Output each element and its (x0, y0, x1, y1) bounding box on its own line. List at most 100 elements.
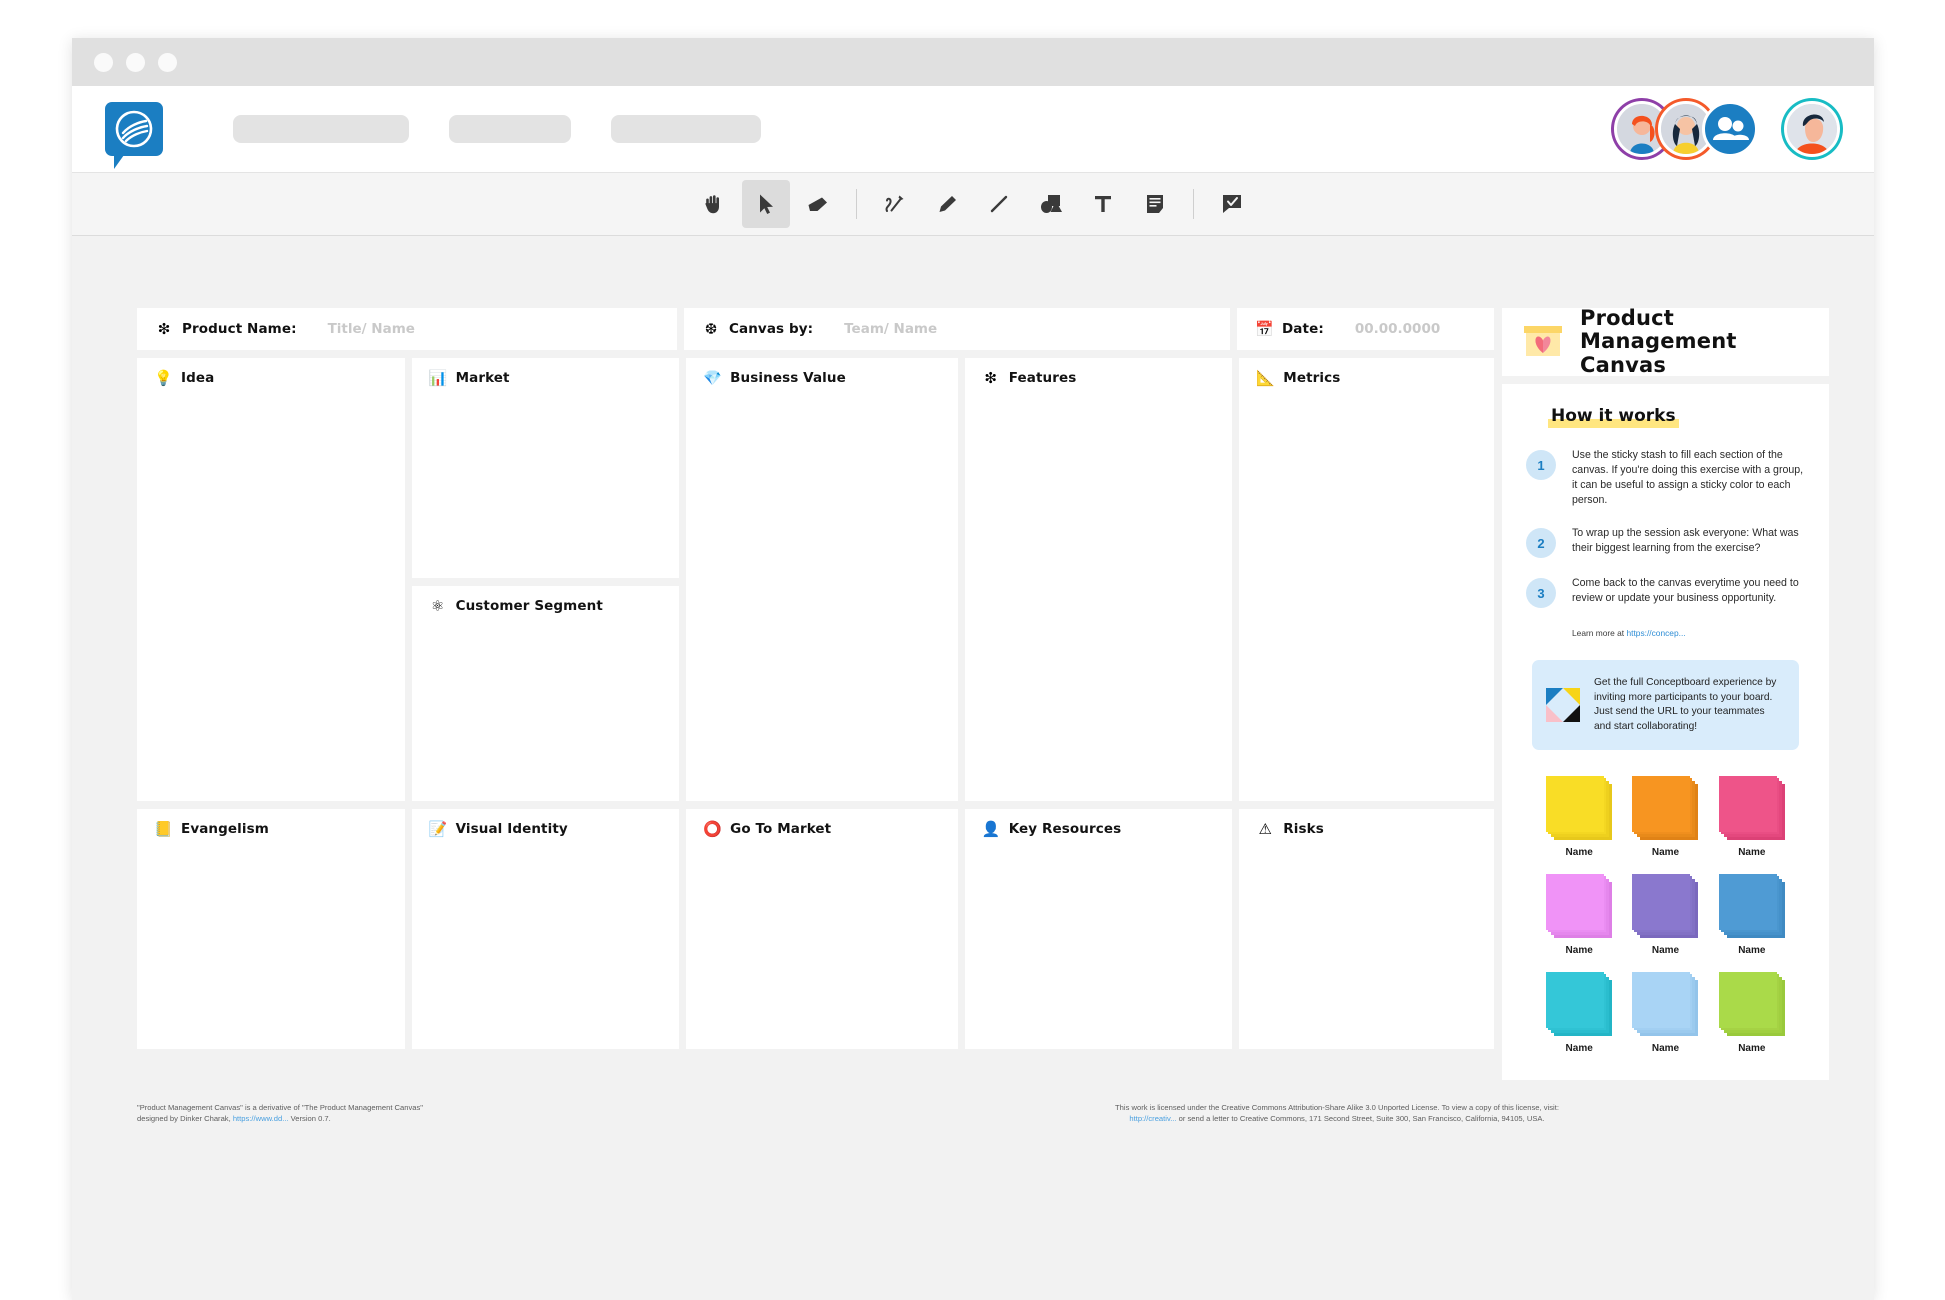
footer-left-prefix: designed by Dinker Charak, (137, 1114, 233, 1124)
comment-tool[interactable] (1208, 180, 1256, 228)
product-name-placeholder: Title/ Name (327, 321, 415, 337)
step-text: Come back to the canvas everytime you ne… (1572, 577, 1799, 605)
step-item: 3 Come back to the canvas everytime you … (1526, 576, 1805, 609)
toolbar-divider-1 (856, 189, 857, 219)
sticky-name: Name (1565, 1043, 1593, 1055)
sidebar-instructions-body: How it works 1 Use the sticky stash to f… (1502, 384, 1829, 1080)
section-risks[interactable]: ⚠ Risks (1239, 809, 1494, 1049)
section-metrics[interactable]: 📐 Metrics (1239, 358, 1494, 801)
sticky-note-pink[interactable] (1718, 776, 1785, 841)
drawing-toolbar (72, 172, 1874, 236)
section-key-resources-title: Key Resources (1008, 821, 1122, 837)
sticky-note-orange[interactable] (1632, 776, 1699, 841)
section-idea[interactable]: 💡 Idea (137, 358, 405, 801)
sticky-name: Name (1738, 847, 1766, 859)
date-field[interactable]: 📅 Date: 00.00.0000 (1237, 308, 1494, 350)
footer-right-link[interactable]: http://creativ... (1129, 1114, 1176, 1123)
notebook-icon: 📒 (154, 820, 173, 838)
section-go-to-market[interactable]: ⭕ Go To Market (686, 809, 958, 1049)
window-close-button[interactable] (94, 52, 113, 72)
sticky-note-purple[interactable] (1632, 874, 1699, 939)
section-market[interactable]: 📊 Market (411, 358, 680, 578)
section-evangelism[interactable]: 📒 Evangelism (137, 809, 405, 1049)
app-header (72, 86, 1874, 172)
sticky-name: Name (1651, 847, 1680, 859)
pen-tool[interactable] (871, 180, 919, 228)
sticky-note-blue[interactable] (1718, 874, 1785, 939)
bar-chart-icon: 📊 (428, 369, 448, 387)
asterisk-icon: ❇ (157, 320, 171, 338)
sticky-name: Name (1651, 1043, 1680, 1055)
sticky-stash-item[interactable]: Name (1536, 776, 1622, 858)
header-placeholder-1[interactable] (233, 115, 409, 143)
section-market-title: Market (455, 370, 510, 386)
sticky-stash-item[interactable]: Name (1709, 972, 1795, 1054)
canvas-by-placeholder: Team/ Name (844, 321, 938, 337)
text-tool[interactable] (1079, 180, 1127, 228)
date-placeholder: 00.00.0000 (1354, 321, 1441, 337)
window-maximize-button[interactable] (158, 52, 177, 72)
sticky-stash-item[interactable]: Name (1622, 776, 1708, 858)
sticky-note-yellow[interactable] (1546, 776, 1613, 841)
section-key-resources-header: 👤 Key Resources (965, 809, 1233, 837)
header-menu-placeholders (233, 115, 761, 143)
section-visual-identity[interactable]: 📝 Visual Identity (411, 809, 680, 1049)
sticky-note-tool[interactable] (1131, 180, 1179, 228)
section-key-resources[interactable]: 👤 Key Resources (964, 809, 1233, 1049)
hand-tool[interactable] (690, 180, 738, 228)
highlighter-tool[interactable] (923, 180, 971, 228)
footer-left-suffix: Version 0.7. (288, 1114, 331, 1124)
product-name-label: Product Name: (182, 321, 297, 337)
step-number: 3 (1526, 578, 1556, 609)
canvas-columns: 💡 Idea 📒 Evangelism 📊 Market ⚛ Customer … (137, 358, 1494, 1049)
section-customer-segment[interactable]: ⚛ Customer Segment (411, 586, 680, 801)
learn-more-link[interactable]: https://concep... (1626, 628, 1685, 638)
canvas-column-5: 📐 Metrics ⚠ Risks (1239, 358, 1494, 1049)
sticky-name: Name (1565, 945, 1593, 957)
avatar-me[interactable] (1784, 101, 1840, 157)
sticky-stash-item[interactable]: Name (1709, 776, 1795, 858)
canvas-column-1: 💡 Idea 📒 Evangelism (137, 358, 405, 1049)
sticky-stash-item[interactable]: Name (1709, 874, 1795, 956)
sticky-note-green[interactable] (1718, 972, 1785, 1037)
window-minimize-button[interactable] (126, 52, 145, 72)
section-metrics-title: Metrics (1283, 370, 1341, 386)
sticky-name: Name (1738, 1043, 1766, 1055)
person-icon: 👤 (981, 820, 1001, 838)
sticky-note-teal[interactable] (1546, 972, 1613, 1037)
sticky-note-magenta[interactable] (1546, 874, 1613, 939)
sticky-stash: Name Name Name Name Name Name Name Name … (1526, 776, 1805, 1054)
gem-icon: 💎 (703, 369, 722, 387)
section-visual-identity-title: Visual Identity (455, 821, 568, 837)
canvas-by-label: Canvas by: (729, 321, 814, 337)
footer-left-link[interactable]: https://www.dd... (233, 1114, 289, 1123)
line-tool[interactable] (975, 180, 1023, 228)
sticky-note-lightblue[interactable] (1632, 972, 1699, 1037)
section-business-value[interactable]: 💎 Business Value (686, 358, 958, 801)
eraser-tool[interactable] (794, 180, 842, 228)
footer-left-line2: designed by Dinker Charak, https://www.d… (137, 1113, 577, 1124)
sparkle-icon: ❇ (984, 369, 997, 387)
canvas-column-4: ❇ Features 👤 Key Resources (964, 358, 1233, 1049)
section-features-title: Features (1008, 370, 1077, 386)
board-canvas[interactable]: ❇ Product Name: Title/ Name ❆ Canvas by:… (72, 236, 1874, 1300)
sticky-stash-item[interactable]: Name (1622, 874, 1708, 956)
pink-circle-icon: ⭕ (703, 820, 722, 838)
select-tool[interactable] (742, 180, 790, 228)
sticky-stash-item[interactable]: Name (1536, 972, 1622, 1054)
avatar-group[interactable] (1702, 101, 1758, 157)
sticky-stash-item[interactable]: Name (1622, 972, 1708, 1054)
product-name-field[interactable]: ❇ Product Name: Title/ Name (137, 308, 677, 350)
conceptboard-logo-icon[interactable] (105, 102, 163, 169)
section-features[interactable]: ❇ Features (964, 358, 1233, 801)
sticky-name: Name (1738, 945, 1766, 957)
canvas-by-field[interactable]: ❆ Canvas by: Team/ Name (684, 308, 1230, 350)
header-placeholder-3[interactable] (611, 115, 761, 143)
header-placeholder-2[interactable] (449, 115, 571, 143)
section-customer-segment-header: ⚛ Customer Segment (412, 586, 680, 614)
atom-icon: ⚛ (430, 597, 445, 615)
sticky-stash-item[interactable]: Name (1536, 874, 1622, 956)
browser-window: ❇ Product Name: Title/ Name ❆ Canvas by:… (72, 38, 1874, 1300)
pink-flower-icon: ❆ (704, 320, 718, 338)
shape-tool[interactable] (1027, 180, 1075, 228)
